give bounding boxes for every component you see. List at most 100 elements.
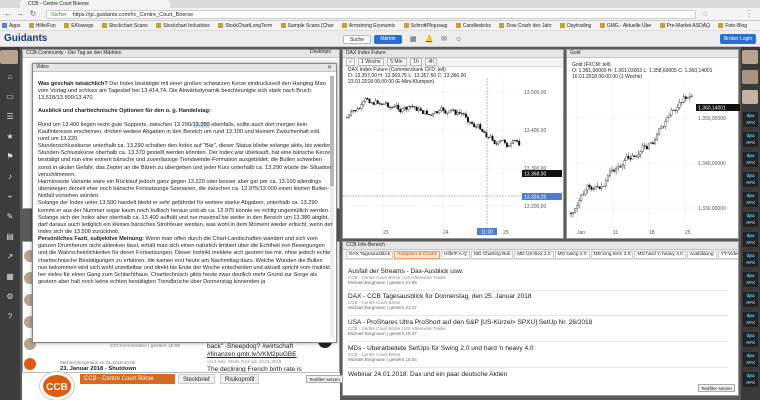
chart-search-icon[interactable]: ⌕ bbox=[346, 58, 355, 66]
bookmark-item[interactable]: Sample Scans [Char bbox=[280, 21, 333, 30]
news-title[interactable]: Webinar 24.01.2018: Dax und ein paar deu… bbox=[348, 371, 728, 378]
text-filter-button[interactable]: Textfiter setzen bbox=[306, 375, 343, 383]
edit-icon[interactable]: ✎ bbox=[3, 210, 17, 224]
avatar[interactable] bbox=[742, 70, 758, 84]
star-icon[interactable]: ★ bbox=[3, 130, 17, 144]
settings-icon[interactable]: ⚙ bbox=[3, 290, 17, 304]
chat-icon[interactable]: ✉ bbox=[441, 36, 447, 43]
help-icon[interactable]: ? bbox=[3, 310, 17, 324]
broker-icon[interactable]: dpa AFX bbox=[743, 172, 758, 187]
bookmark-item[interactable]: StockChartLongTerm bbox=[218, 21, 272, 30]
news-title[interactable]: USA - ProShares Ultra ProShort auf den S… bbox=[348, 319, 728, 326]
bookmark-item[interactable]: Daytrading bbox=[560, 21, 591, 30]
ccb-logo[interactable]: CCB bbox=[40, 372, 74, 400]
folder-icon[interactable]: ▦ bbox=[3, 270, 17, 284]
text-filter-button[interactable]: Textfiter setzen bbox=[698, 384, 735, 392]
comment-count[interactable]: 222 Kommentare | gestern 16:58 bbox=[110, 344, 205, 349]
broker-icon[interactable]: dpa AFX bbox=[743, 112, 758, 127]
bookmark-item[interactable]: Armstrong Economic bbox=[341, 21, 395, 30]
gold-candlestick-chart[interactable]: 1.350,00000 1.340,00000 1.330,00000 Jan 11 18… bbox=[567, 78, 740, 238]
broker-icon[interactable]: dpa AFX bbox=[743, 272, 758, 287]
news-item[interactable]: MDs - Überarbeitete SetUps für Swing 2.0… bbox=[348, 345, 728, 368]
info-tab[interactable]: Ausbildung bbox=[686, 251, 717, 259]
bookmark-item[interactable]: Apps bbox=[2, 21, 20, 30]
app-logo[interactable]: Guidants bbox=[4, 33, 47, 44]
chart-icon[interactable]: ⌁ bbox=[3, 190, 17, 204]
toolbar-button[interactable]: 4h bbox=[425, 58, 437, 66]
broker-icon[interactable]: dpa AFX bbox=[743, 152, 758, 167]
bell-icon[interactable]: 🔔 bbox=[425, 36, 434, 43]
tab-risikoprofil[interactable]: Risikoprofil bbox=[220, 374, 260, 384]
broker-login-button[interactable]: Broker Login bbox=[720, 34, 756, 44]
broker-icon[interactable]: dpa AFX bbox=[743, 192, 758, 207]
star-icon[interactable]: ☆ bbox=[702, 10, 708, 18]
info-tab[interactable]: Analysen & Charts bbox=[394, 251, 440, 259]
news-item[interactable]: DAX - CCB Tagesausblick für Donnerstag, … bbox=[348, 293, 728, 316]
desktop-icon[interactable]: ▭ bbox=[3, 90, 17, 104]
forward-icon[interactable]: → bbox=[15, 9, 25, 19]
news-title[interactable]: Ausfall der Streams - Dax-Ausblick usw. bbox=[348, 268, 728, 275]
bookmark-item[interactable]: Stockchart Industries bbox=[156, 21, 210, 30]
flag-icon[interactable]: ⚑ bbox=[3, 150, 17, 164]
broker-icon[interactable]: dpa AFX bbox=[743, 252, 758, 267]
url-input[interactable]: Sicher https://gc.guidants.com/#c_Centre_… bbox=[46, 10, 696, 19]
info-tab[interactable]: YT-Videos bbox=[717, 251, 738, 259]
tab-steckbrief[interactable]: Steckbrief bbox=[178, 374, 215, 384]
broker-icon[interactable]: dpa AFX bbox=[743, 132, 758, 147]
selected-text[interactable]: 13.350 bbox=[192, 121, 210, 128]
bookmark-item[interactable]: Candlesticks bbox=[455, 21, 491, 30]
dax-candlestick-chart[interactable]: 13.500,0013.400,0013.300,0013.200,0023 24… bbox=[343, 78, 565, 238]
news-item[interactable]: Ausfall der Streams - Dax-Ausblick usw. … bbox=[348, 268, 728, 291]
home-icon[interactable]: ⌂ bbox=[3, 70, 17, 84]
broker-icon[interactable]: dpa AFX bbox=[743, 292, 758, 307]
info-tab[interactable]: MD long term 3.0 bbox=[590, 251, 634, 259]
broker-icon[interactable]: dpa AFX bbox=[743, 312, 758, 327]
bookmark-item[interactable]: Hilfe/Fun bbox=[28, 21, 56, 30]
grid-icon[interactable]: ▦ bbox=[410, 36, 417, 43]
bookmark-item[interactable]: GMG - Aktuelle Übe bbox=[599, 21, 651, 30]
news-title[interactable]: DAX - CCB Tagesausblick für Donnerstag, … bbox=[348, 293, 728, 300]
avatar[interactable] bbox=[742, 90, 758, 104]
bookmark-item[interactable]: EKIswegs bbox=[64, 21, 93, 30]
news-icon[interactable]: ▤ bbox=[3, 230, 17, 244]
user-icon[interactable]: ☺ bbox=[455, 36, 462, 43]
avatar[interactable] bbox=[24, 358, 36, 370]
search-button[interactable]: Suche bbox=[343, 35, 371, 44]
markets-button[interactable]: Märkte bbox=[374, 35, 402, 44]
info-tab[interactable]: MD Charting Buli bbox=[470, 251, 514, 259]
tweet-link[interactable]: #finanzen gmtr.lv/VKM2puGBE bbox=[207, 351, 317, 358]
reload-icon[interactable]: ↻ bbox=[28, 9, 38, 19]
broker-icon[interactable]: dpa AFX bbox=[743, 352, 758, 367]
bookmark-item[interactable]: Dow Crash des Jahr bbox=[499, 21, 552, 30]
desktops-label[interactable]: Desktops bbox=[310, 49, 331, 56]
back-icon[interactable]: ← bbox=[3, 9, 13, 19]
news-item[interactable]: Webinar 24.01.2018: Dax und ein paar deu… bbox=[348, 371, 728, 383]
info-tab[interactable]: Hilfe/F.A.Q bbox=[440, 251, 470, 259]
interval-select[interactable]: 5 Min. bbox=[387, 58, 407, 66]
bookmark-item[interactable]: SchrottPlopzaug bbox=[403, 21, 447, 30]
close-icon[interactable]: ✕ bbox=[327, 64, 332, 72]
toolbar-button[interactable]: 1h bbox=[410, 58, 422, 66]
timeframe-select[interactable]: 1 Woche bbox=[358, 58, 384, 66]
news-item[interactable]: USA - ProShares Ultra ProShort auf den S… bbox=[348, 319, 728, 342]
broker-icon[interactable]: dpa AFX bbox=[743, 212, 758, 227]
browser-tab[interactable]: CCB - Centre Court Boerse bbox=[20, 0, 170, 8]
broker-icon[interactable]: dpa AFX bbox=[743, 332, 758, 347]
bookmark-item[interactable]: Pre-Market ASDAQ bbox=[659, 21, 710, 30]
bookmark-item[interactable]: Stockchart Scans bbox=[101, 21, 148, 30]
menu-icon[interactable]: ⋮ bbox=[745, 9, 753, 18]
bell-icon[interactable]: ♪ bbox=[3, 170, 17, 184]
info-tab[interactable]: MD hard 'n heavy 4.0 bbox=[634, 251, 686, 259]
avatar[interactable] bbox=[742, 50, 758, 64]
candle bbox=[518, 141, 521, 146]
broker-icon[interactable]: dpa AFX bbox=[743, 372, 758, 387]
info-tab[interactable]: MD US-Box 1.0 bbox=[514, 251, 554, 259]
info-tab[interactable]: DAX Tagesausblick bbox=[346, 251, 394, 259]
avatar[interactable] bbox=[0, 50, 18, 64]
info-tab[interactable]: MD swing 2.0 bbox=[554, 251, 590, 259]
broker-icon[interactable]: dpa AFX bbox=[743, 232, 758, 247]
trend-icon[interactable]: ↗ bbox=[3, 250, 17, 264]
list-icon[interactable]: ☰ bbox=[3, 110, 17, 124]
news-title[interactable]: MDs - Überarbeitete SetUps für Swing 2.0… bbox=[348, 345, 728, 352]
bookmark-item[interactable]: Foto-Blog bbox=[718, 21, 747, 30]
